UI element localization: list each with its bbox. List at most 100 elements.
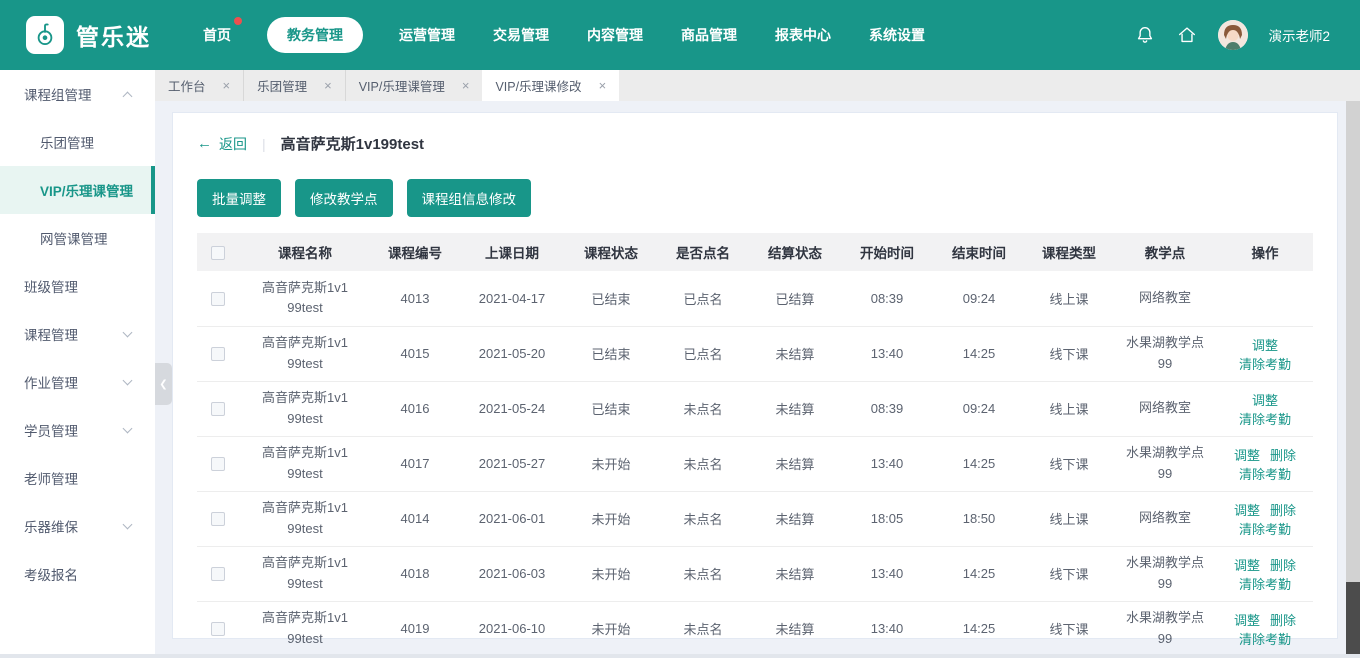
vertical-scrollbar-thumb[interactable]: [1346, 582, 1360, 654]
user-name[interactable]: 演示老师2: [1268, 25, 1330, 45]
tab-2[interactable]: VIP/乐理课管理 ×: [344, 70, 483, 101]
music-note-icon: [37, 23, 53, 46]
nav-item-2[interactable]: 运营管理: [397, 17, 457, 53]
cell-status: 未开始: [565, 436, 657, 492]
nav-item-label: 首页: [203, 27, 231, 43]
cell-status: 未开始: [565, 491, 657, 547]
row-checkbox[interactable]: [211, 347, 225, 362]
cell-end: 14:25: [933, 546, 1025, 602]
action-link[interactable]: 删除: [1270, 503, 1296, 518]
column-header: 结束时间: [933, 233, 1025, 271]
user-avatar[interactable]: [1218, 20, 1249, 50]
cell-date: 2021-05-27: [459, 436, 565, 492]
sidebar-item-2[interactable]: VIP/乐理课管理: [0, 166, 155, 214]
course-table-body: 高音萨克斯1v199test 4013 2021-04-17 已结束 已点名 已结算 08:…: [197, 271, 1313, 657]
row-checkbox[interactable]: [211, 402, 225, 417]
column-header: 课程名称: [239, 233, 371, 271]
cell-venue: 水果湖教学点99: [1113, 326, 1217, 382]
nav-item-4[interactable]: 内容管理: [585, 17, 645, 53]
cell-venue-text: 水果湖教学点99: [1125, 555, 1204, 591]
tab-close-icon[interactable]: ×: [462, 79, 470, 92]
nav-item-7[interactable]: 系统设置: [867, 17, 927, 53]
sidebar-item-label: 老师管理: [24, 472, 78, 487]
action-link[interactable]: 清除考勤: [1239, 412, 1291, 427]
tab-label: VIP/乐理课修改: [495, 80, 582, 94]
page-button-0[interactable]: 批量调整: [197, 179, 281, 217]
cell-settlement: 未结算: [749, 491, 841, 547]
sidebar-item-9[interactable]: 乐器维保: [0, 502, 155, 550]
sidebar-item-6[interactable]: 作业管理: [0, 358, 155, 406]
cell-venue-text: 网络教室: [1138, 400, 1191, 416]
sidebar-item-8[interactable]: 老师管理: [0, 454, 155, 502]
column-header: 操作: [1217, 233, 1313, 271]
row-checkbox[interactable]: [211, 622, 225, 637]
action-link[interactable]: 调整: [1234, 503, 1260, 518]
action-link[interactable]: 调整: [1234, 613, 1260, 628]
nav-item-5[interactable]: 商品管理: [679, 17, 739, 53]
cell-status: 未开始: [565, 546, 657, 602]
action-link[interactable]: 清除考勤: [1239, 577, 1291, 592]
column-header: 课程类型: [1025, 233, 1113, 271]
sidebar-item-3[interactable]: 网管课管理: [0, 214, 155, 262]
cell-end: 14:25: [933, 326, 1025, 382]
nav-item-3[interactable]: 交易管理: [491, 17, 551, 53]
tab-0[interactable]: 工作台 ×: [155, 70, 243, 101]
row-checkbox[interactable]: [211, 512, 225, 527]
nav-item-label: 报表中心: [775, 27, 831, 43]
chevron-down-icon: [122, 375, 133, 386]
sidebar-collapse-handle[interactable]: ❮: [155, 363, 172, 405]
row-checkbox[interactable]: [211, 292, 225, 307]
cell-name: 高音萨克斯1v199test: [239, 436, 371, 492]
nav-item-0[interactable]: 首页: [201, 17, 242, 53]
sidebar-item-1[interactable]: 乐团管理: [0, 118, 155, 166]
cell-settlement: 未结算: [749, 546, 841, 602]
cell-name-text: 高音萨克斯1v199test: [262, 390, 348, 426]
cell-rollcall: 已点名: [657, 271, 749, 327]
action-link[interactable]: 调整: [1234, 558, 1260, 573]
horizontal-scrollbar[interactable]: [0, 654, 1360, 658]
action-link[interactable]: 删除: [1270, 558, 1296, 573]
action-link[interactable]: 调整: [1252, 338, 1278, 353]
sidebar-item-7[interactable]: 学员管理: [0, 406, 155, 454]
nav-item-label: 商品管理: [681, 27, 737, 43]
sidebar-item-10[interactable]: 考级报名: [0, 550, 155, 598]
nav-item-1[interactable]: 教务管理: [267, 17, 363, 53]
action-link[interactable]: 删除: [1270, 613, 1296, 628]
action-link[interactable]: 调整: [1234, 448, 1260, 463]
table-row: 高音萨克斯1v199test 4017 2021-05-27 未开始 未点名 未结算 13:…: [197, 436, 1313, 492]
sidebar-item-0[interactable]: 课程组管理: [0, 70, 155, 118]
row-checkbox-cell: [197, 546, 239, 602]
page-button-1[interactable]: 修改教学点: [295, 179, 393, 217]
table-row: 高音萨克斯1v199test 4013 2021-04-17 已结束 已点名 已结算 08:…: [197, 271, 1313, 327]
cell-type: 线上课: [1025, 271, 1113, 327]
back-row: ← 返回 | 高音萨克斯1v199test: [197, 133, 1313, 154]
nav-item-6[interactable]: 报表中心: [773, 17, 833, 53]
sidebar-item-5[interactable]: 课程管理: [0, 310, 155, 358]
tab-1[interactable]: 乐团管理 ×: [243, 70, 345, 101]
back-button[interactable]: ← 返回: [197, 134, 247, 154]
select-all-checkbox[interactable]: [211, 245, 225, 260]
tab-close-icon[interactable]: ×: [324, 79, 332, 92]
vertical-scrollbar-track: [1346, 101, 1360, 654]
action-link[interactable]: 清除考勤: [1239, 522, 1291, 537]
row-checkbox[interactable]: [211, 457, 225, 472]
nav-item-label: 交易管理: [493, 27, 549, 43]
action-link[interactable]: 清除考勤: [1239, 467, 1291, 482]
cell-status: 已结束: [565, 271, 657, 327]
bell-icon[interactable]: [1134, 24, 1156, 46]
tab-close-icon[interactable]: ×: [599, 79, 607, 92]
home-icon[interactable]: [1176, 24, 1198, 46]
action-link[interactable]: 清除考勤: [1239, 632, 1291, 647]
action-link[interactable]: 清除考勤: [1239, 357, 1291, 372]
sidebar-item-4[interactable]: 班级管理: [0, 262, 155, 310]
page-button-2[interactable]: 课程组信息修改: [406, 179, 531, 217]
row-checkbox[interactable]: [211, 567, 225, 582]
action-link[interactable]: 调整: [1252, 393, 1278, 408]
row-checkbox-cell: [197, 491, 239, 547]
row-checkbox-cell: [197, 601, 239, 657]
cell-code: 4017: [371, 436, 459, 492]
action-link[interactable]: 删除: [1270, 448, 1296, 463]
tab-3[interactable]: VIP/乐理课修改 ×: [482, 70, 620, 101]
tab-close-icon[interactable]: ×: [223, 79, 231, 92]
cell-start: 13:40: [841, 546, 933, 602]
